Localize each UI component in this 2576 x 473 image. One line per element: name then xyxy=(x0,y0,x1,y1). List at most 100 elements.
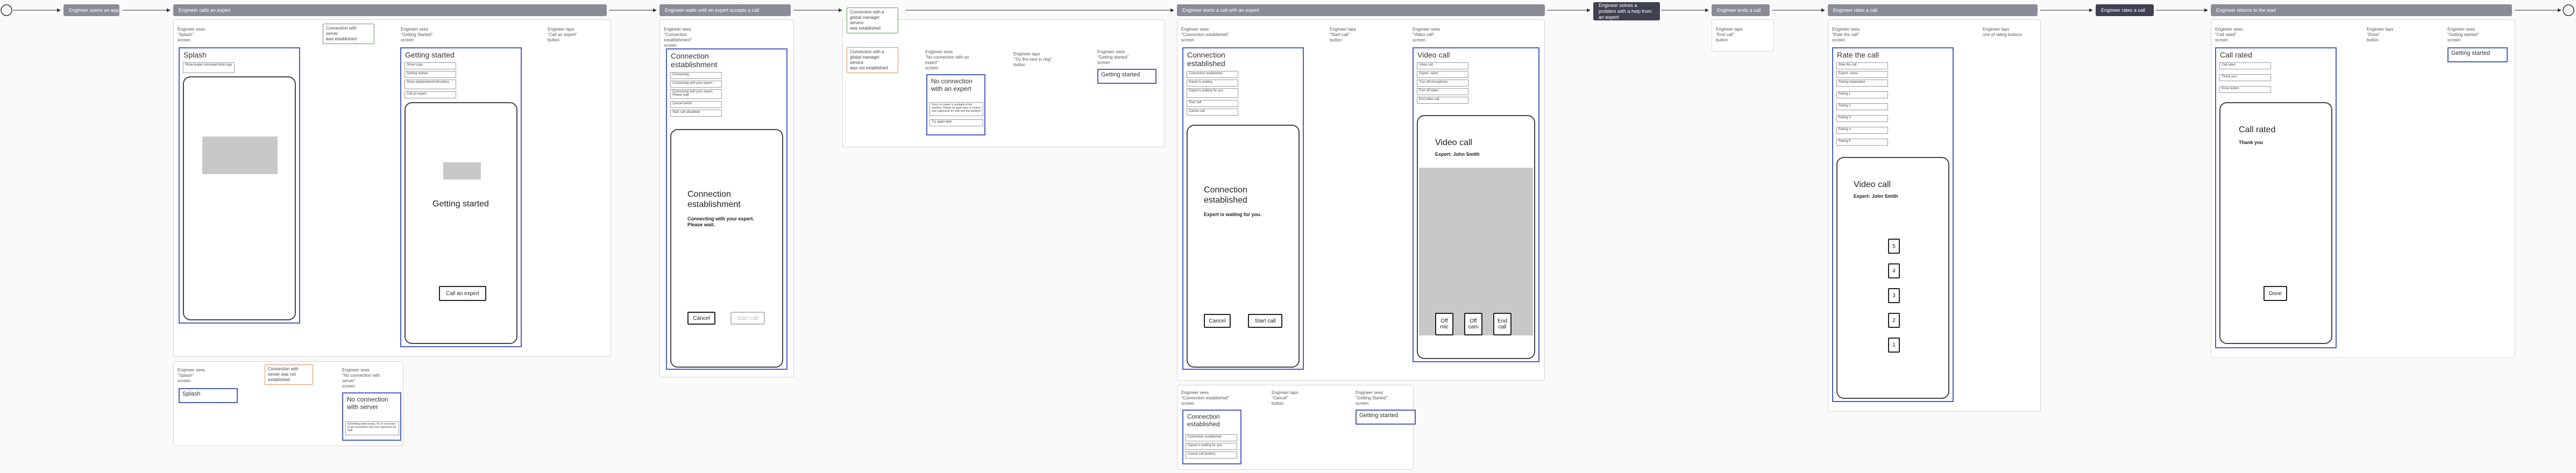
video-field-1: Video call xyxy=(1417,62,1468,69)
rating-2-button[interactable]: 2 xyxy=(1888,313,1900,328)
cancel-call-button[interactable]: Cancel xyxy=(1204,314,1231,328)
rated-field-3: Done button xyxy=(2219,86,2271,93)
mic-off-button[interactable]: Off mic xyxy=(1435,313,1453,335)
call-rated-device: Call rated Thank you Done xyxy=(2219,102,2332,344)
header-starts-call: Engineer starts a call with an expert xyxy=(1177,4,1545,16)
rate-field-7: Rating 4 xyxy=(1836,127,1888,134)
label-sees-getting-started-4: Engineer sees "Getting started" screen xyxy=(2447,27,2479,42)
rating-5-button[interactable]: 5 xyxy=(1888,239,1900,254)
cam-off-button[interactable]: Off cam xyxy=(1464,313,1482,335)
video-feed-placeholder xyxy=(1419,168,1533,335)
gs-field-1: Show Logo xyxy=(405,62,456,69)
no-expert-button[interactable]: Try again later xyxy=(929,119,983,126)
screen-connection-establishment: Connection establishment Connecting... C… xyxy=(666,48,787,370)
condition-server-established: Connection with server was established xyxy=(323,24,374,44)
screen-connection-established-mini: Connection established Connection establ… xyxy=(1182,410,1241,464)
call-expert-button[interactable]: Call an expert xyxy=(439,286,486,301)
label-sees-no-connection: Engineer sees "No connection with server… xyxy=(342,368,380,389)
rate-call-title: Rate the call xyxy=(1837,51,1879,59)
call-rated-device-sub: Thank you xyxy=(2239,140,2263,145)
label-sees-getting-started-2: Engineer sees "Getting started" screen xyxy=(1097,49,1129,65)
start-node xyxy=(1,4,12,16)
screen-no-expert: No connection with an expert Sorry, no e… xyxy=(926,74,985,135)
conn-established-field-1: Connection established xyxy=(1187,71,1238,78)
mini-getting-started-3: Getting started xyxy=(2447,47,2508,62)
conn-established-device-title: Connection established xyxy=(1204,185,1247,205)
conn-established-field-4: Start call xyxy=(1187,100,1238,107)
header-waits-accept: Engineer waits until an expert accepts a… xyxy=(659,4,791,16)
start-call-button-disabled[interactable]: Start call xyxy=(730,312,765,325)
end-node xyxy=(2563,4,2574,16)
conn-est-device: Connection establishment Connecting with… xyxy=(670,129,783,368)
rate-field-4: Rating 1 xyxy=(1836,91,1888,98)
rated-field-1: Call rated xyxy=(2219,62,2271,69)
conn-established-device-sub: Expert is waiting for you. xyxy=(1204,212,1262,217)
rate-field-8: Rating 5 xyxy=(1836,139,1888,146)
rated-field-2: Thank you xyxy=(2219,74,2271,81)
screen-no-server-connection: No connection with server Something went… xyxy=(342,392,401,441)
label-taps-cancel: Engineer taps "Cancel" button xyxy=(1272,390,1298,406)
conn-established-device: Connection established Expert is waiting… xyxy=(1187,125,1300,368)
cancel-button[interactable]: Cancel xyxy=(687,312,715,325)
video-device-title: Video call xyxy=(1435,138,1473,147)
start-call-button[interactable]: Start call xyxy=(1248,314,1282,328)
gs-field-3: Show explanation/instructions xyxy=(405,80,456,89)
screen-call-rated: Call rated Call rated Thank you Done but… xyxy=(2215,47,2337,348)
label-sees-rate-call: Engineer sees "Rate the call" screen xyxy=(1832,27,1860,42)
video-field-3: Turn off microphone xyxy=(1417,80,1468,87)
rating-3-button[interactable]: 3 xyxy=(1888,288,1900,303)
rating-1-button[interactable]: 1 xyxy=(1888,338,1900,353)
rate-field-3: Rating explanation xyxy=(1836,80,1888,87)
splash-device xyxy=(183,76,296,320)
screen-video-call: Video call Video call Expert: name Turn … xyxy=(1413,47,1539,362)
label-taps-end-call: Engineer taps "End call" button xyxy=(1716,27,1743,42)
conn-established-field-3: Expert is waiting for you xyxy=(1187,88,1238,98)
label-sees-splash-2: Engineer sees "Splash" screen xyxy=(178,368,205,383)
done-button[interactable]: Done xyxy=(2263,286,2287,301)
mini-splash: Splash xyxy=(179,388,238,403)
conn-est-field-3: Connecting with your expert. Please wait xyxy=(670,89,722,99)
header-engineer-opens-app: Engineer opens an app xyxy=(63,4,119,16)
label-sees-splash: Engineer sees "Splash" screen xyxy=(178,27,205,42)
rate-field-1: Rate the call xyxy=(1836,62,1888,69)
gs-device: Getting started Call an expert xyxy=(405,102,517,344)
screen-getting-started-title: Getting started xyxy=(405,51,455,59)
header-solves-problem: Engineer solves a problem with a help fr… xyxy=(1593,2,1660,20)
label-taps-call-expert: Engineer taps "Call an expert" button xyxy=(548,27,578,42)
label-sees-getting-started: Engineer sees "Getting Started" screen xyxy=(401,27,433,42)
screen-connection-established: Connection established Connection establ… xyxy=(1182,47,1304,370)
rate-device: Video call Expert: John Smith 5 4 3 2 1 xyxy=(1836,157,1949,399)
conn-est-field-2: Connecting with your expert xyxy=(670,81,722,88)
conn-established-title: Connection established xyxy=(1187,51,1225,68)
label-taps-try-next: Engineer taps "Try the next in ring" but… xyxy=(1013,52,1052,67)
conn-est-field-1: Connecting... xyxy=(670,72,722,79)
gs-device-title: Getting started xyxy=(432,199,489,209)
video-field-5: End video call xyxy=(1417,97,1468,104)
label-sees-call-rated: Engineer sees "Call rated" screen xyxy=(2215,27,2243,42)
conn-est-device-sub: Connecting with your expert. Please wait… xyxy=(687,216,755,227)
rate-field-2: Expert: name xyxy=(1836,71,1888,78)
splash-field-loader: Show loader Animated lottie logo xyxy=(183,62,235,73)
conn-est-device-title: Connection establishment xyxy=(687,190,741,209)
label-taps-done: Engineer taps "Done" button xyxy=(2367,27,2394,42)
conn-est-field-5: Start call (disabled) xyxy=(670,110,722,117)
screen-getting-started: Getting started Show Logo Getting starte… xyxy=(400,47,522,347)
conn-established-field-2: Expert is waiting xyxy=(1187,80,1238,87)
condition-manager-not-established: Connection with a global manager service… xyxy=(847,47,898,73)
video-field-2: Expert: name xyxy=(1417,71,1468,78)
label-sees-getting-started-3: Engineer sees "Getting Started" screen xyxy=(1356,390,1388,406)
call-rated-device-title: Call rated xyxy=(2239,125,2276,134)
video-call-device: Video call Expert: John Smith Off mic Of… xyxy=(1417,115,1535,359)
mini-getting-started-2: Getting started xyxy=(1356,410,1416,425)
condition-server-not-established: Connection with server was not establish… xyxy=(265,364,313,385)
header-rates-call-2: Engineer rates a call xyxy=(2096,4,2154,16)
rate-device-title: Video call xyxy=(1854,180,1891,189)
label-taps-rating: Engineer taps one of rating buttons xyxy=(1983,27,2022,37)
call-rated-title: Call rated xyxy=(2220,51,2252,59)
end-call-button[interactable]: End call xyxy=(1493,313,1511,335)
rate-field-5: Rating 2 xyxy=(1836,103,1888,110)
screen-rate-call: Rate the call Rate the call Expert: name… xyxy=(1832,47,1954,402)
screen-splash: Splash Show loader Animated lottie logo xyxy=(179,47,300,324)
rating-4-button[interactable]: 4 xyxy=(1888,263,1900,278)
video-device-sub: Expert: John Smith xyxy=(1435,152,1480,157)
